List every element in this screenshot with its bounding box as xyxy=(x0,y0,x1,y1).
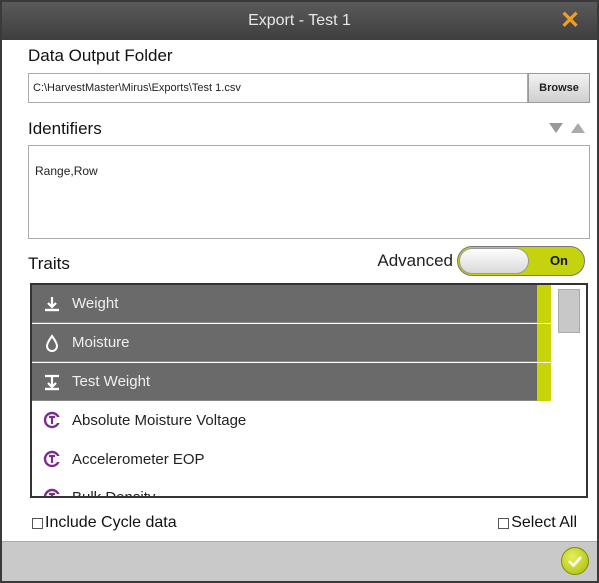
identifier-sort-arrows xyxy=(549,123,585,133)
toggle-knob xyxy=(459,248,529,274)
move-down-icon[interactable] xyxy=(549,123,563,133)
advanced-toggle[interactable]: On xyxy=(457,246,585,276)
selected-accent xyxy=(537,324,551,362)
select-all-option: Select All xyxy=(498,514,577,532)
calculated-trait-icon xyxy=(32,411,72,429)
calculated-trait-icon xyxy=(32,488,72,496)
confirm-check-icon[interactable] xyxy=(561,547,589,575)
select-all-checkbox[interactable] xyxy=(498,517,510,529)
select-all-label: Select All xyxy=(511,514,577,531)
trait-item-moisture[interactable]: Moisture xyxy=(32,324,551,362)
trait-item-test-weight[interactable]: Test Weight xyxy=(32,363,551,401)
traits-label: Traits xyxy=(28,254,70,273)
traits-scrollbar[interactable] xyxy=(558,289,580,494)
trait-item-bulk-density[interactable]: Bulk Density xyxy=(32,478,551,498)
advanced-label: Advanced xyxy=(377,251,453,270)
calculated-trait-icon xyxy=(32,450,72,468)
move-up-icon[interactable] xyxy=(571,123,585,133)
trait-item-absolute-moisture-voltage[interactable]: Absolute Moisture Voltage xyxy=(32,401,551,439)
output-path-row: C:\HarvestMaster\Mirus\Exports\Test 1.cs… xyxy=(28,73,590,103)
window-title: Export - Test 1 xyxy=(248,12,351,29)
weight-icon xyxy=(32,295,72,313)
title-bar: Export - Test 1 ✕ xyxy=(2,2,597,40)
selected-accent xyxy=(537,285,551,323)
trait-item-accelerometer-eop[interactable]: Accelerometer EOP xyxy=(32,440,551,478)
test-weight-icon xyxy=(32,373,72,391)
trait-item-label: Bulk Density xyxy=(72,488,156,498)
browse-button[interactable]: Browse xyxy=(528,73,590,103)
dialog-footer xyxy=(2,541,597,581)
trait-item-label: Weight xyxy=(72,295,119,312)
identifiers-label: Identifiers xyxy=(28,119,102,138)
toggle-state-label: On xyxy=(549,253,568,268)
traits-list: Weight Moisture Test Weight Absolute Moi… xyxy=(30,283,588,498)
include-cycle-option: Include Cycle data xyxy=(32,514,177,532)
scroll-thumb[interactable] xyxy=(558,289,580,333)
include-cycle-checkbox[interactable] xyxy=(32,517,43,529)
advanced-toggle-group: Advanced On xyxy=(377,246,585,276)
identifiers-field[interactable]: Range,Row xyxy=(28,145,590,239)
trait-item-label: Accelerometer EOP xyxy=(72,450,205,468)
export-dialog: Export - Test 1 ✕ Data Output Folder C:\… xyxy=(0,0,599,583)
trait-item-label: Absolute Moisture Voltage xyxy=(72,411,247,429)
output-path-field[interactable]: C:\HarvestMaster\Mirus\Exports\Test 1.cs… xyxy=(28,73,528,103)
selected-accent xyxy=(537,363,551,401)
data-output-folder-label: Data Output Folder xyxy=(28,46,173,65)
trait-item-label: Test Weight xyxy=(72,373,151,390)
close-icon[interactable]: ✕ xyxy=(557,8,583,34)
include-cycle-label: Include Cycle data xyxy=(45,514,177,531)
trait-item-label: Moisture xyxy=(72,334,130,351)
drop-icon xyxy=(32,333,72,352)
trait-item-weight[interactable]: Weight xyxy=(32,285,551,323)
